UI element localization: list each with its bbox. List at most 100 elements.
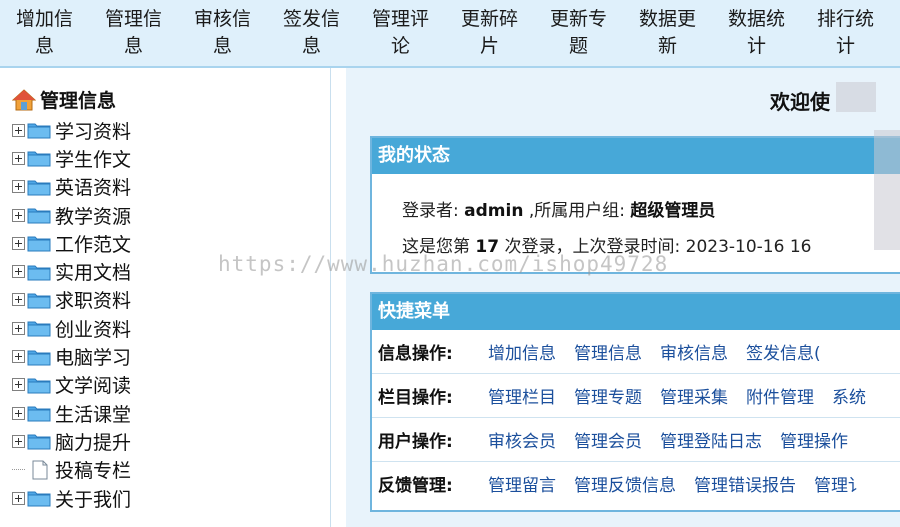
tree-item[interactable]: 工作范文 bbox=[12, 229, 131, 257]
watermark: https://www.huzhan.com/ishop49728 bbox=[218, 252, 669, 276]
folder-icon bbox=[27, 149, 51, 167]
quick-link[interactable]: 管理会员 bbox=[574, 427, 642, 452]
quick-link[interactable]: 审核信息 bbox=[660, 339, 728, 364]
quick-menu-title: 快捷菜单 bbox=[372, 294, 900, 330]
quick-link[interactable]: 管理采集 bbox=[660, 383, 728, 408]
quick-link[interactable]: 管理信息 bbox=[574, 339, 642, 364]
username: admin bbox=[464, 201, 524, 221]
nav-item[interactable]: 管理信息 bbox=[89, 0, 178, 66]
last-login-time: 2023-10-16 16 bbox=[685, 237, 812, 257]
nav-item[interactable]: 更新碎片 bbox=[445, 0, 534, 66]
quick-menu-row: 栏目操作: 管理栏目 管理专题 管理采集 附件管理 系统 bbox=[372, 374, 900, 418]
quick-row-label: 信息操作: bbox=[378, 344, 453, 364]
tree-item[interactable]: 英语资料 bbox=[12, 173, 131, 201]
expand-plus-icon[interactable] bbox=[12, 293, 25, 307]
expand-plus-icon[interactable] bbox=[12, 434, 25, 448]
quick-link[interactable]: 管理错误报告 bbox=[694, 471, 796, 496]
tree-item[interactable]: 脑力提升 bbox=[12, 427, 131, 455]
nav-item-label: 数据统 bbox=[727, 8, 785, 30]
nav-item[interactable]: 数据统计 bbox=[712, 0, 801, 66]
tree-root-label: 管理信息 bbox=[40, 90, 117, 112]
quick-link[interactable]: 管理留言 bbox=[488, 471, 556, 496]
tree-item[interactable]: 生活课堂 bbox=[12, 399, 131, 427]
nav-item-label: 息 bbox=[34, 35, 54, 57]
expand-plus-icon[interactable] bbox=[12, 265, 25, 279]
login-prefix: 登录者: bbox=[402, 201, 459, 221]
tree-item-label: 创业资料 bbox=[55, 318, 132, 341]
tree-list: 学习资料学生作文英语资料教学资源工作范文 实用文档 求职资料创业资料电脑学习文学阅读… bbox=[12, 116, 131, 512]
tree-item[interactable]: 学习资料 bbox=[12, 116, 131, 144]
quick-link[interactable]: 附件管理 bbox=[746, 383, 814, 408]
nav-item-label: 片 bbox=[479, 35, 499, 57]
expand-plus-icon[interactable] bbox=[12, 236, 25, 250]
quick-link[interactable]: 增加信息 bbox=[488, 339, 556, 364]
tree-item-label: 英语资料 bbox=[55, 177, 132, 200]
nav-item[interactable]: 管理评论 bbox=[356, 0, 445, 66]
nav-item[interactable]: 排行统计 bbox=[801, 0, 890, 66]
folder-icon bbox=[27, 376, 51, 394]
tree-root[interactable]: 管理信息 bbox=[11, 86, 117, 113]
tree-item-label: 文学阅读 bbox=[55, 375, 132, 398]
expand-plus-icon[interactable] bbox=[12, 406, 25, 420]
home-icon bbox=[11, 88, 37, 112]
tree-item[interactable]: 求职资料 bbox=[12, 286, 131, 314]
nav-item-label: 新 bbox=[657, 35, 677, 57]
expand-plus-icon[interactable] bbox=[12, 378, 25, 392]
nav-item-label: 计 bbox=[746, 35, 766, 57]
redacted-patch bbox=[874, 130, 900, 250]
main-content: 欢迎使 我的状态 登录者: admin ,所属用户组: 超级管理员 这是您第 1… bbox=[346, 68, 900, 527]
quick-row-label: 反馈管理: bbox=[378, 476, 453, 496]
expand-plus-icon[interactable] bbox=[12, 151, 25, 165]
quick-link[interactable]: 管理专题 bbox=[574, 383, 642, 408]
nav-item-label: 论 bbox=[390, 35, 410, 57]
nav-item-label: 排行统 bbox=[816, 8, 874, 30]
expand-plus-icon[interactable] bbox=[12, 491, 25, 505]
nav-item[interactable]: 审核信息 bbox=[178, 0, 267, 66]
expand-plus-icon[interactable] bbox=[12, 350, 25, 364]
tree-item-label: 工作范文 bbox=[55, 233, 132, 256]
tree-item[interactable]: 文学阅读 bbox=[12, 371, 131, 399]
tree-item[interactable]: 电脑学习 bbox=[12, 342, 131, 370]
expand-plus-icon[interactable] bbox=[12, 180, 25, 194]
quick-menu-row: 反馈管理: 管理留言 管理反馈信息 管理错误报告 管理讠 bbox=[372, 462, 900, 505]
tree-item-label: 电脑学习 bbox=[55, 347, 132, 370]
tree-item[interactable]: 学生作文 bbox=[12, 144, 131, 172]
folder-icon bbox=[27, 432, 51, 450]
nav-item-label: 审核信 bbox=[193, 8, 251, 30]
tree-item[interactable]: 创业资料 bbox=[12, 314, 131, 342]
quick-menu-panel: 快捷菜单 信息操作: 增加信息 管理信息 审核信息 签发信息( 栏目操作: 管理栏目 管理专题… bbox=[370, 292, 900, 512]
nav-item[interactable]: 数据更新 bbox=[623, 0, 712, 66]
nav-item[interactable]: 更新专题 bbox=[534, 0, 623, 66]
nav-item-label: 签发信 bbox=[282, 8, 340, 30]
quick-link[interactable]: 系统 bbox=[832, 383, 866, 408]
expand-plus-icon[interactable] bbox=[12, 321, 25, 335]
folder-icon bbox=[27, 291, 51, 309]
nav-item-label: 息 bbox=[123, 35, 143, 57]
quick-link[interactable]: 管理栏目 bbox=[488, 383, 556, 408]
nav-item-label: 数据更 bbox=[638, 8, 696, 30]
quick-link[interactable]: 审核会员 bbox=[488, 427, 556, 452]
tree-item-label: 教学资源 bbox=[55, 205, 132, 228]
nav-item-label: 计 bbox=[835, 35, 855, 57]
tree-item-label: 关于我们 bbox=[55, 488, 132, 511]
quick-link[interactable]: 管理操作 bbox=[780, 427, 848, 452]
tree-item[interactable]: 投稿专栏 bbox=[12, 456, 131, 484]
tree-item[interactable]: 关于我们 bbox=[12, 484, 131, 512]
quick-link[interactable]: 管理登陆日志 bbox=[660, 427, 762, 452]
quick-row-label: 栏目操作: bbox=[378, 388, 453, 408]
expand-plus-icon[interactable] bbox=[12, 208, 25, 222]
nav-item[interactable]: 增加信息 bbox=[0, 0, 89, 66]
nav-item[interactable]: 签发信息 bbox=[267, 0, 356, 66]
tree-item[interactable]: 实用文档 bbox=[12, 257, 131, 285]
quick-link[interactable]: 签发信息( bbox=[746, 339, 821, 364]
quick-link[interactable]: 管理反馈信息 bbox=[574, 471, 676, 496]
folder-icon bbox=[27, 206, 51, 224]
quick-link[interactable]: 管理讠 bbox=[814, 471, 865, 496]
nav-item-label: 更新专 bbox=[549, 8, 607, 30]
expand-plus-icon[interactable] bbox=[12, 123, 25, 137]
folder-icon bbox=[27, 121, 51, 139]
top-nav: 增加信息管理信息审核信息签发信息管理评论更新碎片更新专题数据更新数据统计排行统计 bbox=[0, 0, 900, 68]
tree-item[interactable]: 教学资源 bbox=[12, 201, 131, 229]
quick-menu-rows: 信息操作: 增加信息 管理信息 审核信息 签发信息( 栏目操作: 管理栏目 管理专题 管理采集附… bbox=[372, 330, 900, 506]
tree-item-label: 学生作文 bbox=[55, 148, 132, 171]
